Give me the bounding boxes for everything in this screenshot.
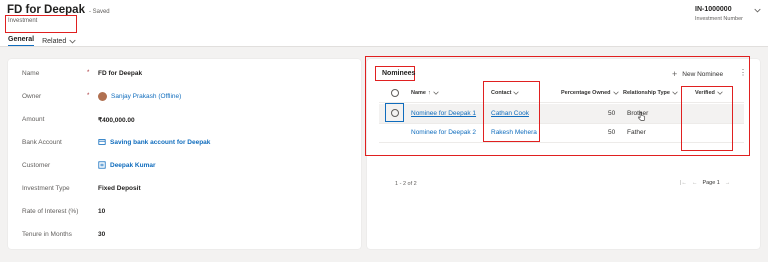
contact-column-highlight-box — [483, 81, 540, 142]
owner-link[interactable]: Sanjay Prakash (Offline) — [111, 93, 181, 100]
percentage-cell: 50 — [608, 129, 616, 136]
customer-label: Customer — [22, 162, 51, 169]
plus-icon: + — [672, 69, 678, 79]
tenure-value[interactable]: 30 — [98, 231, 105, 238]
first-page-icon[interactable]: |← — [680, 180, 687, 186]
sort-ascending-icon: ↑ — [427, 90, 431, 96]
column-relationship-label: Relationship Type — [623, 90, 670, 96]
column-percentage-label: Percentage Owned — [561, 90, 611, 96]
tab-related-label: Related — [42, 37, 67, 45]
rate-of-interest-value[interactable]: 10 — [98, 208, 105, 215]
general-section: Name * FD for Deepak Owner * Sanjay Prak… — [8, 59, 361, 249]
verified-column-highlight-box — [681, 86, 733, 151]
rate-of-interest-label: Rate of Interest (%) — [22, 208, 79, 215]
tenure-label: Tenure in Months — [22, 231, 72, 238]
avatar — [98, 92, 107, 101]
select-all-checkbox[interactable] — [391, 89, 399, 97]
entity-highlight-box — [5, 15, 77, 33]
column-header-name[interactable]: Name ↑ — [411, 90, 439, 96]
tab-general[interactable]: General — [8, 36, 35, 46]
nominee-name-link[interactable]: Nominee for Deepak 2 — [411, 129, 476, 136]
chevron-down-icon — [612, 91, 619, 95]
record-count: 1 - 2 of 2 — [395, 181, 417, 187]
form-header: FD for Deepak - Saved Investment IN-1000… — [0, 0, 768, 47]
bank-account-icon — [98, 139, 106, 145]
pagination: |← ← Page 1 → — [680, 180, 730, 186]
customer-value[interactable]: Deepak Kumar — [98, 161, 156, 169]
required-marker: * — [87, 93, 90, 99]
amount-label: Amount — [22, 116, 45, 123]
owner-label: Owner — [22, 93, 42, 100]
chevron-down-icon — [672, 91, 678, 95]
investment-type-label: Investment Type — [22, 185, 70, 192]
bank-account-link[interactable]: Saving bank account for Deepak — [110, 139, 210, 146]
previous-page-icon[interactable]: ← — [692, 180, 698, 186]
investment-number: IN-1000000 — [695, 6, 732, 13]
relationship-cell[interactable]: Father — [627, 129, 646, 136]
next-page-icon[interactable]: → — [725, 180, 731, 186]
customer-link[interactable]: Deepak Kumar — [110, 162, 156, 169]
bank-account-label: Bank Account — [22, 139, 62, 146]
hand-cursor-icon — [638, 112, 645, 121]
tab-related[interactable]: Related — [42, 36, 76, 46]
percentage-cell: 50 — [608, 110, 616, 117]
form-tabs: General Related — [8, 36, 76, 46]
chevron-down-icon — [433, 91, 439, 95]
column-name-label: Name — [411, 90, 426, 96]
nominees-subgrid: Nominees + New Nominee ⋮ Name ↑ Contact … — [365, 56, 760, 249]
contact-card-icon — [98, 161, 106, 169]
page-number: Page 1 — [702, 180, 720, 186]
investment-type-value[interactable]: Fixed Deposit — [98, 185, 141, 192]
column-header-relationship[interactable]: Relationship Type — [623, 90, 678, 96]
subgrid-title: Nominees — [382, 70, 416, 77]
name-value[interactable]: FD for Deepak — [98, 70, 142, 77]
bank-account-value[interactable]: Saving bank account for Deepak — [98, 138, 210, 146]
column-header-percentage[interactable]: Percentage Owned — [561, 90, 619, 96]
name-label: Name — [22, 70, 40, 77]
row-select-checkbox[interactable] — [391, 109, 399, 117]
amount-value[interactable]: ₹400,000.00 — [98, 116, 135, 124]
chevron-down-icon — [69, 39, 76, 43]
nominee-name-link[interactable]: Nominee for Deepak 1 — [411, 110, 476, 117]
tab-general-label: General — [8, 36, 35, 43]
more-options-icon[interactable]: ⋮ — [739, 68, 747, 77]
investment-number-label: Investment Number — [695, 16, 743, 22]
new-nominee-button[interactable]: + New Nominee — [672, 69, 723, 79]
owner-value[interactable]: Sanjay Prakash (Offline) — [98, 92, 181, 101]
expand-header-icon[interactable] — [754, 7, 761, 14]
new-nominee-label: New Nominee — [682, 70, 724, 78]
required-marker: * — [87, 70, 90, 76]
save-status: - Saved — [88, 9, 110, 15]
